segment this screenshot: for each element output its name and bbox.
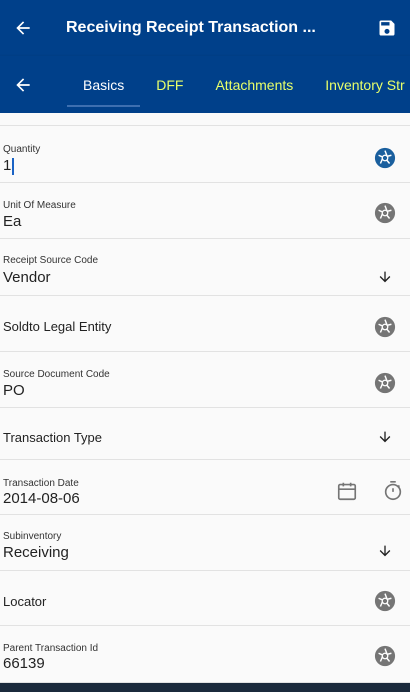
camera-shutter-icon <box>374 590 396 612</box>
tab-basics[interactable]: Basics <box>67 56 141 113</box>
form-content: 001 Quantity 1 Unit Of Measure Ea Receip… <box>0 113 410 692</box>
unit-of-measure-value: Ea <box>3 213 22 230</box>
source-document-code-label: Source Document Code <box>3 369 110 380</box>
field-row-transaction-date[interactable]: Transaction Date 2014-08-06 <box>0 460 410 515</box>
tab-bar: Basics DFF Attachments Inventory Str <box>0 56 410 113</box>
transaction-date-value: 2014-08-06 <box>3 490 80 507</box>
transaction-type-label: Transaction Type <box>3 430 102 445</box>
field-row-subinventory[interactable]: Subinventory Receiving <box>0 515 410 571</box>
field-row-quantity[interactable]: Quantity 1 <box>0 126 410 183</box>
arrow-left-icon <box>16 77 30 92</box>
camera-shutter-icon <box>374 316 396 338</box>
arrow-left-icon <box>16 21 30 35</box>
locator-label: Locator <box>3 594 47 609</box>
tabs: Basics DFF Attachments Inventory Str <box>46 56 410 113</box>
camera-shutter-icon <box>374 202 396 224</box>
quantity-value: 1 <box>3 157 12 174</box>
page-title: Receiving Receipt Transaction ... <box>66 19 316 36</box>
receipt-source-code-label: Receipt Source Code <box>3 255 99 266</box>
stopwatch-icon <box>384 481 402 501</box>
parent-transaction-id-value: 66139 <box>3 655 45 672</box>
lookup-button[interactable] <box>374 645 396 667</box>
field-row-unit-of-measure[interactable]: Unit Of Measure Ea <box>0 183 410 239</box>
lookup-button[interactable] <box>374 147 396 169</box>
quantity-input[interactable]: 1 <box>3 157 14 175</box>
dropdown-button[interactable] <box>374 540 396 562</box>
subinventory-value: Receiving <box>3 544 69 561</box>
camera-shutter-icon <box>374 372 396 394</box>
field-row-next <box>0 683 410 692</box>
unit-of-measure-label: Unit Of Measure <box>3 200 76 211</box>
field-row-parent-transaction-id[interactable]: Parent Transaction Id 66139 <box>0 626 410 683</box>
partial-field-value: 001 <box>3 113 28 117</box>
receipt-source-code-value: Vendor <box>3 269 51 286</box>
dropdown-button[interactable] <box>374 266 396 288</box>
lookup-button[interactable] <box>374 372 396 394</box>
camera-shutter-icon <box>374 645 396 667</box>
back-button[interactable] <box>0 0 46 56</box>
time-picker-button[interactable] <box>382 480 404 502</box>
save-icon <box>379 20 395 36</box>
lookup-button[interactable] <box>374 202 396 224</box>
tab-back-button[interactable] <box>0 56 46 113</box>
field-row-locator[interactable]: Locator <box>0 571 410 626</box>
transaction-date-label: Transaction Date <box>3 478 79 489</box>
quantity-label: Quantity <box>3 144 41 155</box>
source-document-code-value: PO <box>3 382 25 399</box>
tab-inventory-str[interactable]: Inventory Str <box>309 56 410 113</box>
arrow-down-icon <box>379 545 391 557</box>
soldto-legal-entity-label: Soldto Legal Entity <box>3 319 112 334</box>
date-picker-button[interactable] <box>336 480 358 502</box>
app-bar: Receiving Receipt Transaction ... <box>0 0 410 56</box>
dropdown-button[interactable] <box>374 426 396 448</box>
field-row-source-document-code[interactable]: Source Document Code PO <box>0 352 410 408</box>
arrow-down-icon <box>379 431 391 443</box>
camera-shutter-icon <box>374 147 396 169</box>
save-button[interactable] <box>364 0 410 56</box>
parent-transaction-id-label: Parent Transaction Id <box>3 643 99 654</box>
lookup-button[interactable] <box>374 316 396 338</box>
text-cursor <box>12 157 14 175</box>
lookup-button[interactable] <box>374 590 396 612</box>
tab-dff[interactable]: DFF <box>140 56 199 113</box>
arrow-down-icon <box>379 271 391 283</box>
tab-attachments[interactable]: Attachments <box>199 56 309 113</box>
field-row-partial: 001 <box>0 113 410 126</box>
field-row-transaction-type[interactable]: Transaction Type <box>0 408 410 460</box>
field-row-receipt-source-code[interactable]: Receipt Source Code Vendor <box>0 239 410 296</box>
field-row-soldto-legal-entity[interactable]: Soldto Legal Entity <box>0 296 410 352</box>
calendar-icon <box>337 482 357 501</box>
subinventory-label: Subinventory <box>3 531 62 542</box>
